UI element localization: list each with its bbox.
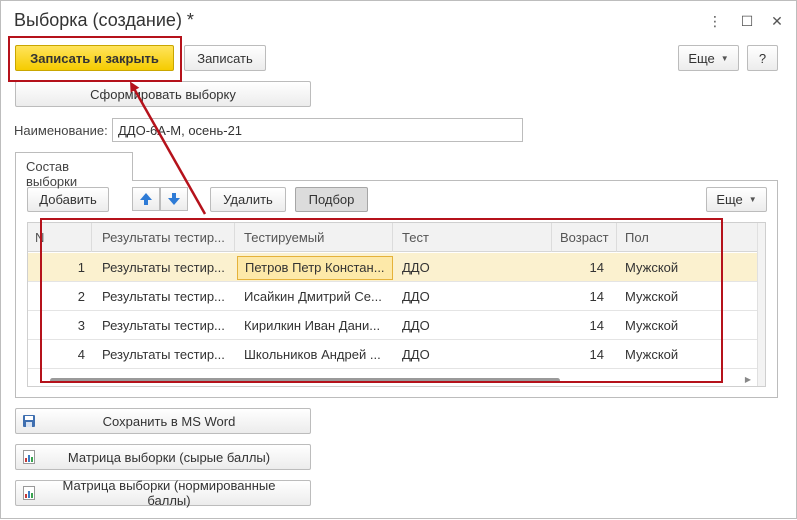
cell-age: 14 xyxy=(589,347,604,362)
delete-button[interactable]: Удалить xyxy=(210,187,286,212)
matrix-raw-button[interactable]: Матрица выборки (сырые баллы) xyxy=(15,444,311,470)
cell-result[interactable]: Результаты тестир... xyxy=(95,253,235,282)
cell-age: 14 xyxy=(589,289,604,304)
cell-gender: Мужской xyxy=(625,318,679,333)
column-header-results[interactable]: Результаты тестир... xyxy=(95,223,235,252)
chevron-down-icon: ▼ xyxy=(748,195,757,204)
table-row[interactable]: 2 Результаты тестир... Исайкин Дмитрий С… xyxy=(28,282,759,311)
cell-test[interactable]: ДДО xyxy=(395,311,552,340)
cell-gender: Мужской xyxy=(625,260,679,275)
cell-age: 14 xyxy=(589,260,604,275)
table-row[interactable]: 4 Результаты тестир... Школьников Андрей… xyxy=(28,340,759,369)
tab-sample-composition[interactable]: Состав выборки xyxy=(15,152,133,189)
horizontal-scrollbar[interactable] xyxy=(50,378,560,383)
cell-test[interactable]: ДДО xyxy=(395,282,552,311)
vertical-scrollbar[interactable] xyxy=(757,223,765,386)
maximize-icon[interactable]: ☐ xyxy=(737,11,757,31)
table-more-button[interactable]: Еще ▼ xyxy=(706,187,767,212)
cell-subject[interactable]: Петров Петр Констан... xyxy=(237,256,393,280)
matrix-normalized-button[interactable]: Матрица выборки (нормированные баллы) xyxy=(15,478,311,508)
column-header-n[interactable]: N xyxy=(28,223,92,252)
column-header-test[interactable]: Тест xyxy=(395,223,552,252)
cell-result[interactable]: Результаты тестир... xyxy=(95,340,235,369)
add-button[interactable]: Добавить xyxy=(27,187,109,212)
generate-sample-button[interactable]: Сформировать выборку xyxy=(15,81,311,107)
save-and-close-button[interactable]: Записать и закрыть xyxy=(15,45,174,71)
save-button[interactable]: Записать xyxy=(184,45,266,71)
matrix-normalized-label: Матрица выборки (нормированные баллы) xyxy=(62,478,276,508)
name-label: Наименование: xyxy=(14,123,108,138)
move-up-button[interactable] xyxy=(132,187,160,211)
more-button[interactable]: Еще ▼ xyxy=(678,45,739,71)
column-header-gender[interactable]: Пол xyxy=(618,223,759,252)
chevron-down-icon: ▼ xyxy=(720,53,729,63)
cell-test[interactable]: ДДО xyxy=(395,253,552,282)
table-row[interactable]: 3 Результаты тестир... Кирилкин Иван Дан… xyxy=(28,311,759,340)
cell-result[interactable]: Результаты тестир... xyxy=(95,282,235,311)
save-to-word-button[interactable]: Сохранить в MS Word xyxy=(15,408,311,434)
move-down-button[interactable] xyxy=(160,187,188,211)
column-header-subject[interactable]: Тестируемый xyxy=(237,223,393,252)
matrix-icon xyxy=(16,486,42,500)
cell-result[interactable]: Результаты тестир... xyxy=(95,311,235,340)
cell-n: 2 xyxy=(77,289,85,304)
cell-subject[interactable]: Кирилкин Иван Дани... xyxy=(237,311,393,340)
table-header: N Результаты тестир... Тестируемый Тест … xyxy=(28,223,759,252)
matrix-icon xyxy=(16,450,42,464)
window-title: Выборка (создание) * xyxy=(14,10,194,30)
name-input[interactable]: ДДО-6А-М, осень-21 xyxy=(112,118,523,142)
column-header-age[interactable]: Возраст xyxy=(553,223,617,252)
save-to-word-label: Сохранить в MS Word xyxy=(102,413,236,429)
cell-test[interactable]: ДДО xyxy=(395,340,552,369)
cell-gender: Мужской xyxy=(625,347,679,362)
close-icon[interactable]: ✕ xyxy=(767,11,787,31)
scroll-right-icon[interactable]: ▶ xyxy=(745,375,751,384)
window: Выборка (создание) * ⋮ ☐ ✕ Записать и за… xyxy=(0,0,797,519)
cell-gender: Мужской xyxy=(625,289,679,304)
pick-button[interactable]: Подбор xyxy=(295,187,368,212)
floppy-icon xyxy=(16,414,42,428)
sample-table: N Результаты тестир... Тестируемый Тест … xyxy=(27,222,766,387)
more-button-label: Еще xyxy=(688,50,715,66)
arrow-up-icon xyxy=(140,193,152,205)
cell-n: 3 xyxy=(77,318,85,333)
cell-subject[interactable]: Школьников Андрей ... xyxy=(237,340,393,369)
matrix-raw-label: Матрица выборки (сырые баллы) xyxy=(67,449,271,465)
help-button[interactable]: ? xyxy=(747,45,778,71)
cell-subject[interactable]: Исайкин Дмитрий Се... xyxy=(237,282,393,311)
table-row[interactable]: 1 Результаты тестир... Петров Петр Конст… xyxy=(28,253,759,282)
cell-age: 14 xyxy=(589,318,604,333)
arrow-down-icon xyxy=(168,193,180,205)
cell-n: 4 xyxy=(77,347,85,362)
more-vert-icon[interactable]: ⋮ xyxy=(705,11,725,31)
table-more-label: Еще xyxy=(716,192,743,207)
cell-n: 1 xyxy=(77,260,85,275)
